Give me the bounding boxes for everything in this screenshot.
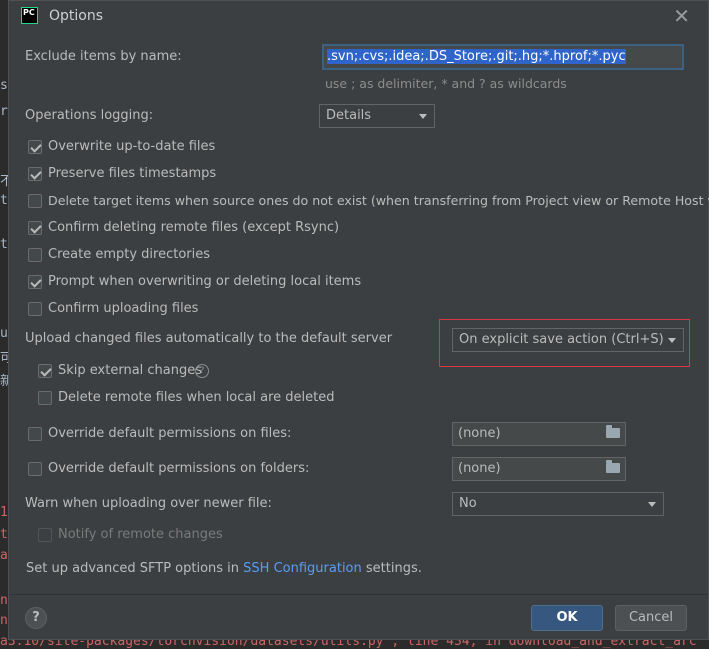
upload-trigger-dropdown[interactable]: On explicit save action (Ctrl+S) bbox=[452, 328, 684, 352]
checkbox-override-files[interactable] bbox=[28, 427, 42, 441]
exclude-items-value: .svn;.cvs;.idea;.DS_Store;.git;.hg;*.hpr… bbox=[327, 49, 626, 64]
close-icon[interactable]: ✕ bbox=[673, 4, 690, 28]
checkbox-preserve-timestamps[interactable] bbox=[28, 167, 42, 181]
checkbox-label: Create empty directories bbox=[48, 247, 211, 262]
warn-newer-value: No bbox=[459, 496, 477, 511]
checkbox-label: Confirm deleting remote files (except Rs… bbox=[48, 220, 340, 235]
checkbox-label: Confirm uploading files bbox=[48, 301, 199, 316]
folder-icon[interactable] bbox=[606, 460, 620, 473]
checkbox-label: Override default permissions on folders: bbox=[48, 461, 310, 476]
dialog-title: Options bbox=[49, 8, 104, 24]
chevron-down-icon bbox=[648, 502, 656, 507]
title-bar[interactable]: PC Options ✕ bbox=[9, 1, 708, 31]
checkbox-skip-external[interactable] bbox=[38, 364, 52, 378]
cancel-button[interactable]: Cancel bbox=[615, 605, 687, 631]
file-permissions-value: (none) bbox=[458, 426, 501, 441]
sftp-hint: Set up advanced SFTP options in SSH Conf… bbox=[26, 561, 422, 576]
operations-logging-dropdown[interactable]: Details bbox=[319, 104, 435, 128]
checkbox-confirm-uploading[interactable] bbox=[28, 302, 42, 316]
folder-permissions-value: (none) bbox=[458, 461, 501, 476]
checkbox-label: Delete remote files when local are delet… bbox=[58, 390, 335, 405]
exclude-items-label: Exclude items by name: bbox=[25, 49, 182, 64]
upload-automatically-label: Upload changed files automatically to th… bbox=[25, 331, 393, 346]
warn-newer-dropdown[interactable]: No bbox=[452, 492, 664, 516]
file-permissions-field[interactable]: (none) bbox=[452, 422, 626, 446]
folder-icon[interactable] bbox=[606, 425, 620, 438]
checkbox-overwrite[interactable] bbox=[28, 140, 42, 154]
exclude-hint: use ; as delimiter, * and ? as wildcards bbox=[325, 76, 567, 91]
warn-newer-label: Warn when uploading over newer file: bbox=[25, 496, 272, 511]
ok-button[interactable]: OK bbox=[531, 605, 603, 631]
checkbox-prompt-overwriting[interactable] bbox=[28, 275, 42, 289]
checkbox-override-folders[interactable] bbox=[28, 462, 42, 476]
checkbox-label: Skip external changes bbox=[58, 363, 203, 378]
checkbox-label: Overwrite up-to-date files bbox=[48, 139, 216, 154]
pycharm-app-icon: PC bbox=[21, 7, 38, 24]
code-line: 1 bbox=[0, 505, 8, 520]
footer-divider bbox=[9, 594, 708, 595]
folder-permissions-field[interactable]: (none) bbox=[452, 457, 626, 481]
sftp-prefix: Set up advanced SFTP options in bbox=[26, 561, 244, 576]
upload-trigger-value: On explicit save action (Ctrl+S) bbox=[459, 332, 664, 347]
checkbox-create-empty-dirs[interactable] bbox=[28, 248, 42, 262]
checkbox-label: Prompt when overwriting or deleting loca… bbox=[48, 274, 362, 289]
exclude-items-input[interactable]: .svn;.cvs;.idea;.DS_Store;.git;.hg;*.hpr… bbox=[322, 44, 684, 70]
checkbox-notify-remote bbox=[38, 528, 52, 542]
chevron-down-icon bbox=[668, 338, 676, 343]
help-button[interactable]: ? bbox=[25, 607, 47, 629]
help-icon[interactable]: ? bbox=[195, 364, 209, 378]
operations-logging-label: Operations logging: bbox=[25, 108, 154, 123]
checkbox-label: Override default permissions on files: bbox=[48, 426, 292, 441]
checkbox-delete-target[interactable] bbox=[28, 194, 42, 208]
checkbox-label: Delete target items when source ones do … bbox=[48, 193, 709, 208]
options-dialog: PC Options ✕ Exclude items by name: .svn… bbox=[8, 0, 709, 640]
operations-logging-value: Details bbox=[326, 108, 372, 123]
code-line: t bbox=[0, 527, 8, 542]
checkbox-label: Notify of remote changes bbox=[58, 527, 223, 542]
sftp-suffix: settings. bbox=[361, 561, 422, 576]
chevron-down-icon bbox=[419, 114, 427, 119]
checkbox-label: Preserve files timestamps bbox=[48, 166, 217, 181]
checkbox-confirm-deleting[interactable] bbox=[28, 221, 42, 235]
checkbox-delete-remote[interactable] bbox=[38, 391, 52, 405]
ssh-configuration-link[interactable]: SSH Configuration bbox=[243, 561, 362, 576]
